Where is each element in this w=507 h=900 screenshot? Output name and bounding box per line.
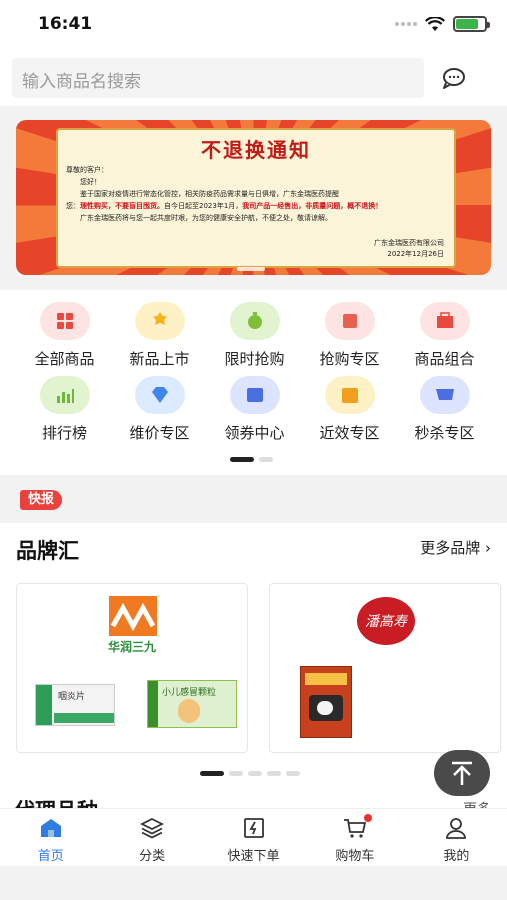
category-pager (230, 457, 273, 462)
category-item[interactable]: 排行榜 (17, 376, 112, 443)
wifi-icon (425, 16, 445, 31)
banner-notice-paper: 不退换通知 尊敬的客户： 您好！ 鉴于国家对疫情进行常态化管控，相关防疫药品需求… (56, 128, 456, 268)
hrsj-logo (109, 596, 157, 636)
category-item[interactable]: 维价专区 (112, 376, 207, 443)
banner-line2-red2: 我司产品一经售出，非质量问题，概不退换！ (242, 202, 383, 210)
calendar-icon (324, 376, 375, 414)
banner-line3: 广东金瑞医药将与您一起共度时艰，为您的健康安全护航，不便之处，敬请谅解。 (80, 214, 332, 222)
category-item-label: 新品上市 (129, 350, 190, 368)
tab-category-label: 分类 (139, 849, 166, 864)
message-icon[interactable] (440, 64, 468, 92)
notice-banner[interactable]: 不退换通知 尊敬的客户： 您好！ 鉴于国家对疫情进行常态化管控，相关防疫药品需求… (16, 120, 491, 275)
tab-cart-label: 购物车 (335, 849, 375, 864)
pangaoshou-logo: 潘高寿 (357, 597, 415, 645)
rush-icon (324, 302, 375, 340)
tab-category[interactable]: 分类 (101, 809, 202, 866)
home-icon (40, 819, 61, 837)
grid-icon (39, 302, 90, 340)
signal-icon (395, 22, 417, 26)
brand-section-title: 品牌汇 (16, 539, 79, 563)
category-item-label: 限时抢购 (224, 350, 285, 368)
category-item[interactable]: 商品组合 (397, 302, 492, 369)
brand-pager (200, 771, 300, 776)
arrow-up-icon (452, 761, 472, 785)
banner-line1: 鉴于国家对疫情进行常态化管控，相关防疫药品需求量与日俱增，广东金瑞医药提醒 (80, 190, 339, 198)
banner-line2-mid: 自今日起至2023年1月， (164, 202, 243, 210)
tab-mine[interactable]: 我的 (406, 809, 507, 866)
category-item[interactable]: 抢购专区 (302, 302, 397, 369)
category-item[interactable]: 近效专区 (302, 376, 397, 443)
category-item-label: 领券中心 (224, 424, 285, 442)
category-item[interactable]: 限时抢购 (207, 302, 302, 369)
product-box-xiaoer: 小儿感冒颗粒 (147, 680, 237, 728)
brand-card-pangaoshou[interactable]: 潘高寿 (269, 583, 501, 753)
banner-line2-prefix: 您： (66, 202, 80, 210)
tab-cart[interactable]: 购物车 (304, 809, 405, 866)
category-item[interactable]: 新品上市 (112, 302, 207, 369)
news-tag: 快报 (20, 490, 63, 510)
tab-mine-label: 我的 (443, 849, 470, 864)
brand-name-hrsj: 华润三九 (107, 640, 156, 654)
ranking-icon (39, 376, 90, 414)
search-input[interactable]: 输入商品名搜索 (12, 58, 424, 98)
layers-icon (140, 817, 165, 839)
banner-pager-dot (237, 267, 265, 271)
category-item-label: 维价专区 (129, 424, 190, 442)
user-icon (446, 818, 467, 839)
category-item[interactable]: 领券中心 (207, 376, 302, 443)
category-item-label: 抢购专区 (319, 350, 380, 368)
category-item[interactable]: 秒杀专区 (397, 376, 492, 443)
banner-title: 不退换通知 (201, 138, 311, 162)
category-item-label: 排行榜 (41, 424, 87, 442)
product-box-yanyanpian: 咽炎片 (35, 684, 115, 726)
category-item-label: 全部商品 (34, 350, 95, 368)
search-placeholder: 输入商品名搜索 (22, 72, 141, 92)
cart-badge-dot (364, 814, 373, 822)
status-bar: 16:41 (0, 0, 507, 50)
timer-icon (229, 302, 280, 340)
banner-line2-red: 理性购买，不要盲目囤货。 (80, 202, 164, 210)
news-strip[interactable]: 快报 (0, 478, 507, 523)
banner-line2: 您：理性购买，不要盲目囤货。自今日起至2023年1月，我司产品一经售出，非质量问… (66, 200, 446, 212)
tab-home-label: 首页 (37, 849, 64, 864)
search-header: 输入商品名搜索 (0, 50, 507, 106)
product-box-pangaoshou (300, 666, 352, 738)
home-indicator-area (0, 866, 507, 900)
quick-order-icon (243, 818, 264, 838)
brand-card-hrsj[interactable]: 华润三九 咽炎片 小儿感冒颗粒 (16, 583, 248, 753)
new-badge-icon (134, 302, 185, 340)
cart-icon (343, 819, 367, 838)
tab-home[interactable]: 首页 (0, 809, 101, 866)
back-to-top-button[interactable] (434, 750, 490, 796)
tab-quick-order[interactable]: 快速下单 (203, 809, 304, 866)
combo-icon (419, 302, 470, 340)
category-panel: 全部商品 新品上市 限时抢购 抢购专区 商品组合排行榜 维价专区 领券中心 近效专区 秒杀专区 (0, 290, 507, 475)
banner-hello: 您好！ (80, 178, 101, 186)
category-item-label: 商品组合 (414, 350, 475, 368)
banner-body: 尊敬的客户： 您好！ 鉴于国家对疫情进行常态化管控，相关防疫药品需求量与日俱增，… (66, 164, 446, 224)
category-item-label: 秒杀专区 (414, 424, 475, 442)
banner-date: 2022年12月26日 (387, 250, 444, 258)
tab-quick-order-label: 快速下单 (227, 849, 280, 864)
flash-cart-icon (419, 376, 470, 414)
product-name-xiaoer: 小儿感冒颗粒 (162, 688, 217, 698)
category-item-label: 近效专区 (319, 424, 380, 442)
brand-section: 品牌汇 更多品牌 › 华润三九 咽炎片 小儿感冒颗粒 潘高寿 (0, 523, 507, 823)
status-icons (395, 16, 490, 32)
bottom-tab-bar: 首页 分类 快速下单 购物车 我的 (0, 808, 507, 866)
diamond-icon (134, 376, 185, 414)
product-name-yanyanpian: 咽炎片 (58, 692, 86, 702)
svg-text:潘高寿: 潘高寿 (365, 614, 409, 630)
coupon-icon (229, 376, 280, 414)
status-time: 16:41 (38, 14, 93, 34)
battery-icon (453, 16, 490, 32)
category-item[interactable]: 全部商品 (17, 302, 112, 369)
banner-greeting: 尊敬的客户： (66, 166, 108, 174)
more-brands-link[interactable]: 更多品牌 › (420, 537, 491, 558)
banner-signature: 广东金瑞医药有限公司 2022年12月26日 (374, 238, 444, 260)
banner-company: 广东金瑞医药有限公司 (374, 239, 444, 247)
